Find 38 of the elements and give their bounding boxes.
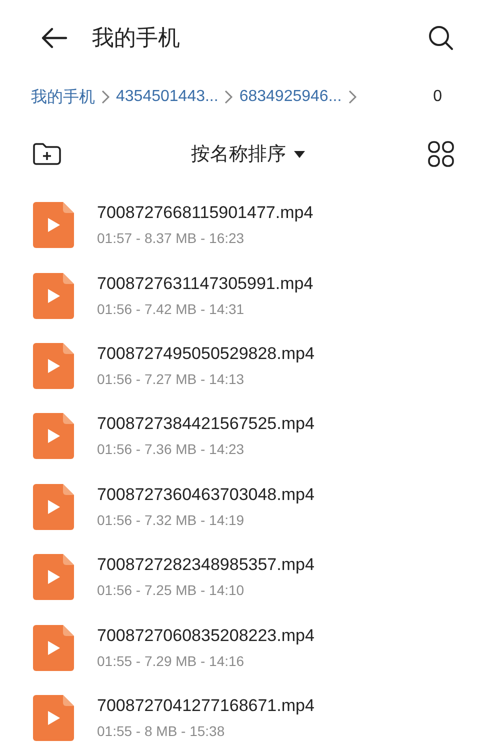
breadcrumb-link[interactable]: 我的手机 xyxy=(31,85,95,109)
video-file-icon xyxy=(33,554,74,600)
file-name[interactable]: 7008727360463703048.mp4 xyxy=(97,484,314,506)
file-details: 01:56 - 7.32 MB - 14:19 xyxy=(97,510,246,530)
back-icon[interactable] xyxy=(40,27,68,49)
file-details: 01:56 - 7.42 MB - 14:31 xyxy=(97,300,246,319)
grid-view-icon[interactable] xyxy=(428,141,454,167)
caret-down-icon xyxy=(294,150,305,158)
file-name[interactable]: 7008727041277168671.mp4 xyxy=(97,694,314,717)
video-file-icon xyxy=(33,202,74,248)
file-name[interactable]: 7008727060835208223.mp4 xyxy=(97,624,314,647)
breadcrumb-link[interactable]: 6834925946... xyxy=(239,85,342,109)
chevron-right-icon xyxy=(348,89,357,105)
breadcrumb-link[interactable]: 4354501443... xyxy=(116,85,218,109)
item-count: 0 xyxy=(433,87,442,107)
chevron-right-icon xyxy=(224,89,234,105)
file-details: 01:56 - 7.25 MB - 14:10 xyxy=(97,581,246,600)
sort-dropdown[interactable]: 按名称排序 xyxy=(191,140,305,168)
file-name[interactable]: 7008727282348985357.mp4 xyxy=(97,554,314,576)
video-file-icon xyxy=(33,484,74,530)
video-file-icon xyxy=(33,624,74,671)
file-details: 01:57 - 8.37 MB - 16:23 xyxy=(97,229,246,248)
file-name[interactable]: 7008727668115901477.mp4 xyxy=(97,202,314,224)
video-file-icon xyxy=(33,272,74,319)
video-file-icon xyxy=(33,413,74,460)
file-name[interactable]: 7008727384421567525.mp4 xyxy=(97,413,314,436)
file-details: 01:55 - 7.29 MB - 14:16 xyxy=(97,652,246,671)
video-file-icon xyxy=(33,342,74,389)
chevron-right-icon xyxy=(101,89,110,105)
file-name[interactable]: 7008727495050529828.mp4 xyxy=(97,342,314,365)
new-folder-icon[interactable] xyxy=(32,142,62,166)
file-details: 01:55 - 8 MB - 15:38 xyxy=(97,722,226,741)
file-name[interactable]: 7008727631147305991.mp4 xyxy=(97,272,314,295)
file-details: 01:56 - 7.27 MB - 14:13 xyxy=(97,370,246,389)
search-icon[interactable] xyxy=(428,25,454,51)
file-details: 01:56 - 7.36 MB - 14:23 xyxy=(97,440,246,460)
video-file-icon xyxy=(33,694,74,741)
page-title: 我的手机 xyxy=(92,24,180,52)
